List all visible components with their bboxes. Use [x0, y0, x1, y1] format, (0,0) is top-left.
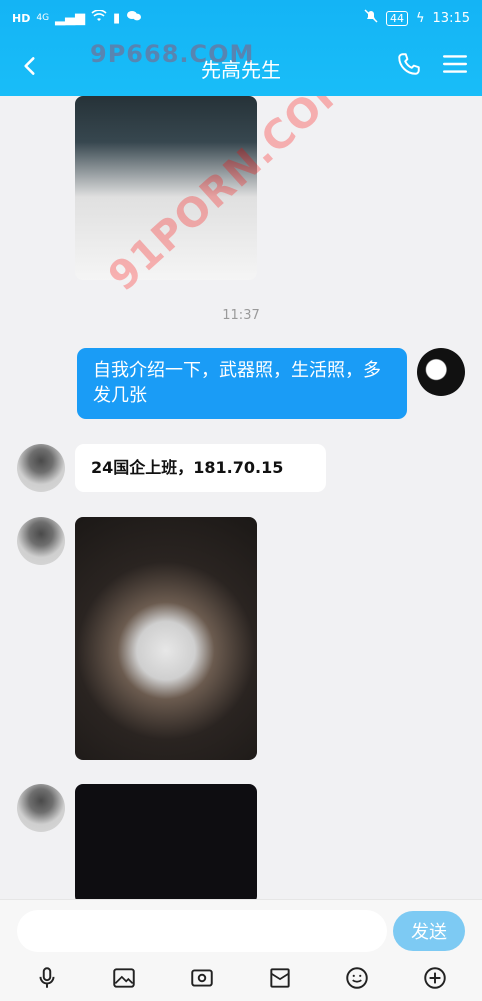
image-button[interactable] — [106, 960, 142, 996]
mute-icon — [364, 9, 378, 27]
status-left: HD 4G ▂▄▆ ▮ — [12, 9, 142, 26]
avatar-contact[interactable] — [17, 784, 65, 832]
outgoing-message[interactable]: 自我介绍一下，武器照，生活照，多发几张 — [77, 348, 407, 419]
camera-button[interactable] — [184, 960, 220, 996]
gift-button[interactable] — [262, 960, 298, 996]
avatar-contact[interactable] — [17, 517, 65, 565]
top-bar: HD 4G ▂▄▆ ▮ 44 ϟ 13:15 先高先生 9P668.COM — [0, 0, 482, 96]
camera-icon — [191, 969, 213, 987]
input-toolbar — [0, 958, 482, 998]
gift-icon — [270, 968, 290, 988]
image-icon — [113, 968, 136, 988]
bolt-icon: ϟ — [415, 10, 425, 26]
message-input[interactable] — [17, 910, 387, 952]
avatar-self[interactable] — [417, 348, 465, 396]
microphone-icon — [39, 967, 55, 988]
watermark-top: 9P668.COM — [90, 40, 255, 68]
hd-icon: HD — [12, 11, 31, 25]
plus-button[interactable] — [417, 960, 453, 996]
wechat-icon — [126, 10, 142, 26]
plus-icon — [424, 967, 446, 989]
chat-content[interactable]: 11:37 自我介绍一下，武器照，生活照，多发几张 24国企上班，181.70.… — [0, 96, 482, 899]
photo-message[interactable] — [75, 784, 257, 899]
status-bar: HD 4G ▂▄▆ ▮ 44 ϟ 13:15 — [0, 0, 482, 36]
4g-icon: 4G — [36, 13, 50, 23]
avatar-contact[interactable] — [17, 444, 65, 492]
sim-icon: ▮ — [113, 10, 121, 26]
battery-indicator: 44 — [385, 10, 408, 26]
composer-area: 发送 — [0, 899, 482, 1001]
photo-message[interactable] — [75, 517, 257, 760]
incoming-message[interactable]: 24国企上班，181.70.15 — [75, 444, 326, 492]
wifi-icon — [91, 9, 107, 26]
voice-button[interactable] — [29, 960, 65, 996]
emoji-icon — [346, 967, 369, 989]
emoji-button[interactable] — [339, 960, 375, 996]
message-timestamp: 11:37 — [222, 308, 260, 323]
send-button[interactable]: 发送 — [393, 911, 465, 951]
status-right: 44 ϟ 13:15 — [364, 9, 470, 27]
signal-icon: ▂▄▆ — [55, 10, 86, 26]
status-time: 13:15 — [432, 10, 470, 26]
